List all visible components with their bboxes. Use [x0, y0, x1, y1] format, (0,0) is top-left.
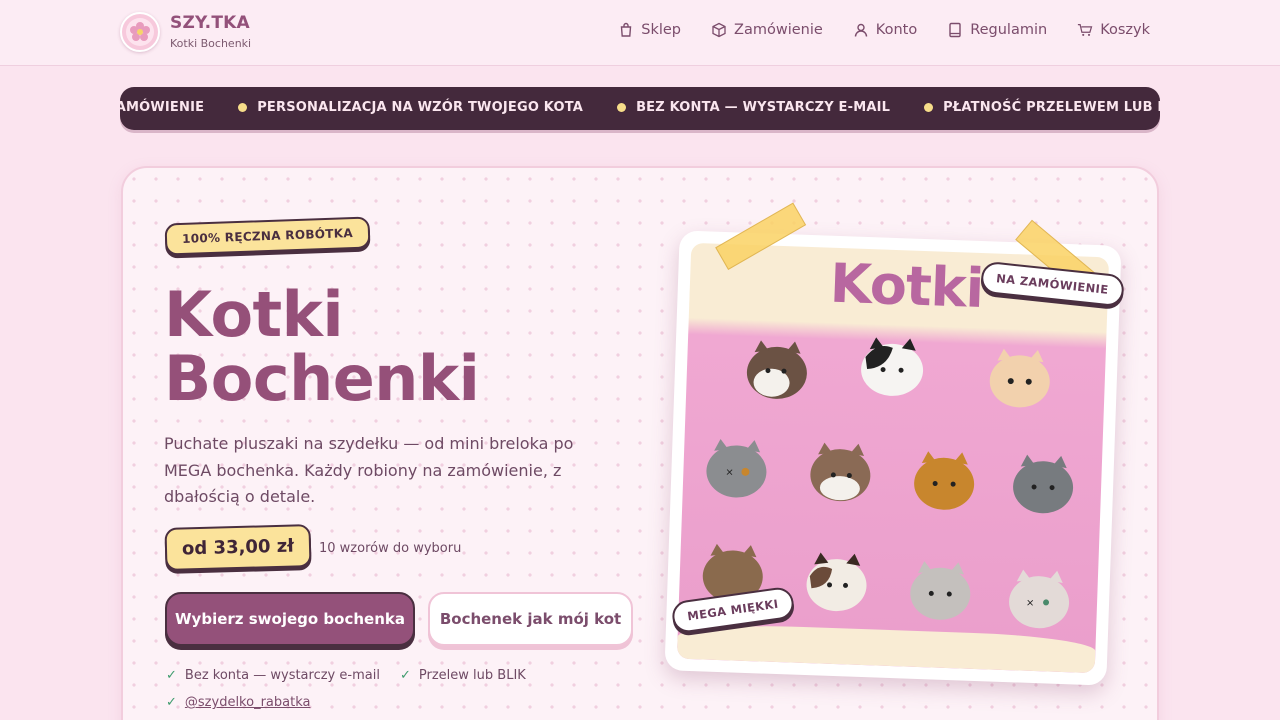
book-icon: [949, 22, 961, 38]
hero-description: Puchate pluszaki na szydełku — od mini b…: [164, 434, 574, 506]
x-eye: ×: [1026, 598, 1035, 609]
nav-item-konto[interactable]: Konto: [853, 22, 917, 38]
main-nav: Sklep Zamówienie Konto Regulamin Koszyk: [618, 22, 1150, 38]
nav-label: Konto: [875, 22, 918, 38]
price-note: 10 wzorów do wyboru: [319, 541, 462, 556]
cat-plush-icon: [746, 340, 807, 399]
box-icon: [712, 22, 726, 38]
cat-plush-icon: [861, 337, 924, 396]
cat-plush-icon: [806, 552, 867, 612]
brand-subtitle: Kotki Bochenki: [170, 37, 252, 50]
site-header: SZY.TKA Kotki Bochenki Sklep Zamówienie …: [0, 0, 1280, 66]
nav-label: Koszyk: [1100, 22, 1150, 38]
ticker-item: NA ZAMÓWIENIE: [120, 100, 204, 115]
cat-plush-icon: [989, 348, 1050, 408]
cat-plush-icon: [1013, 454, 1074, 514]
ticker-text: PERSONALIZACJA NA WZÓR TWOJEGO KOTA: [257, 100, 584, 115]
perk-instagram: ✓ @szydelko_rabatka: [166, 695, 310, 710]
ticker-text: BEZ KONTA — WYSTARCZY E-MAIL: [636, 100, 891, 115]
announcement-ticker: NA ZAMÓWIENIE PERSONALIZACJA NA WZÓR TWO…: [120, 87, 1160, 130]
title-line: Kotki: [164, 278, 344, 351]
ticker-item: PERSONALIZACJA NA WZÓR TWOJEGO KOTA: [257, 100, 583, 115]
price-badge: od 33,00 zł: [164, 524, 312, 571]
choose-loaf-button[interactable]: Wybierz swojego bochenka: [165, 592, 415, 646]
nav-label: Sklep: [641, 22, 682, 38]
check-icon: ✓: [166, 695, 177, 710]
nav-label: Regulamin: [970, 22, 1048, 38]
nav-item-koszyk[interactable]: Koszyk: [1077, 22, 1150, 38]
custom-cat-button[interactable]: Bochenek jak mój kot: [428, 592, 633, 646]
ticker-item: PŁATNOŚĆ PRZELEWEM LUB BLIK: [943, 100, 1160, 115]
user-icon: [854, 23, 867, 37]
dot-icon: [924, 103, 934, 112]
dot-icon: [238, 103, 248, 112]
page-title: Kotki Bochenki: [164, 278, 480, 415]
instagram-link[interactable]: @szydelko_rabatka: [185, 695, 311, 710]
perk-payment: ✓ Przelew lub BLIK: [400, 668, 526, 683]
ticker-text: NA ZAMÓWIENIE: [120, 100, 205, 115]
brand-name[interactable]: SZY.TKA: [170, 13, 250, 33]
cat-plush-icon: [910, 561, 971, 620]
cat-plush-icon: ×: [1009, 569, 1070, 629]
check-icon: ✓: [400, 668, 411, 683]
cat-plush-icon: [810, 442, 871, 502]
ticker-item: BEZ KONTA — WYSTARCZY E-MAIL: [636, 100, 890, 115]
nav-label: Zamówienie: [734, 22, 823, 38]
photo-title: Kotki: [828, 251, 985, 321]
cat-plush-icon: [914, 451, 975, 510]
perk-label: Bez konta — wystarczy e-mail: [184, 668, 380, 683]
photo-bottom-wave: [676, 622, 1096, 674]
perk-no-account: ✓ Bez konta — wystarczy e-mail: [166, 668, 380, 683]
cart-icon: [1078, 24, 1093, 36]
cat-plush-icon: ×: [706, 438, 767, 498]
title-line: Bochenki: [164, 342, 480, 415]
ticker-text: PŁATNOŚĆ PRZELEWEM LUB BLIK: [943, 100, 1160, 115]
dot-icon: [617, 103, 627, 112]
logo-icon[interactable]: [120, 12, 160, 52]
ticker-track: NA ZAMÓWIENIE PERSONALIZACJA NA WZÓR TWO…: [120, 100, 1160, 115]
check-icon: ✓: [166, 668, 177, 683]
nav-item-regulamin[interactable]: Regulamin: [947, 22, 1047, 38]
shopping-bag-icon: [620, 22, 632, 37]
perk-label: Przelew lub BLIK: [418, 668, 526, 683]
flower-icon: [126, 18, 154, 46]
x-eye: ×: [725, 467, 734, 478]
nav-item-sklep[interactable]: Sklep: [618, 22, 681, 38]
nav-item-zamowienie[interactable]: Zamówienie: [711, 22, 823, 38]
